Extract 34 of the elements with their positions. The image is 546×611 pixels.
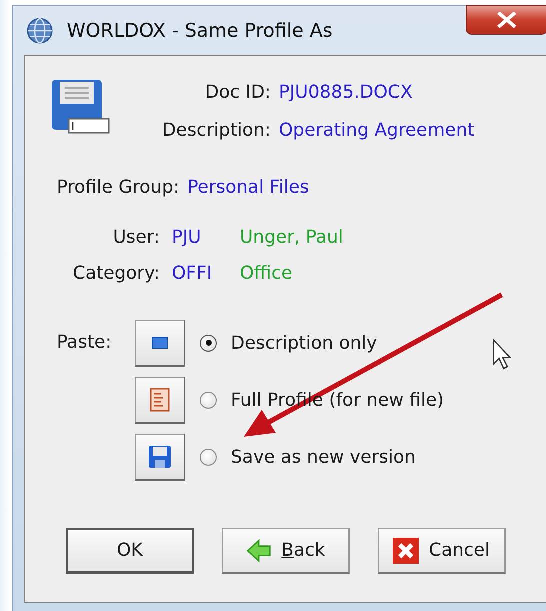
cancel-button[interactable]: Cancel bbox=[378, 528, 506, 574]
document-icon bbox=[150, 388, 170, 412]
radio-button[interactable] bbox=[200, 334, 217, 352]
radio-label[interactable]: Description only bbox=[231, 332, 378, 354]
paste-option-button[interactable] bbox=[135, 320, 185, 366]
globe-icon bbox=[26, 16, 54, 44]
field-code: PJU bbox=[172, 226, 202, 250]
close-icon bbox=[497, 12, 517, 28]
field-label: Doc ID: bbox=[204, 81, 271, 105]
field-name: Unger, Paul bbox=[240, 226, 344, 250]
field-label: User: bbox=[112, 226, 160, 250]
close-icon bbox=[393, 538, 419, 564]
field-label: Profile Group: bbox=[57, 176, 180, 200]
paste-option-button[interactable] bbox=[135, 376, 185, 424]
paste-option-button[interactable] bbox=[135, 434, 185, 480]
field-label: Category: bbox=[72, 262, 160, 286]
radio-button[interactable] bbox=[200, 392, 217, 408]
field-name: Office bbox=[240, 262, 294, 286]
rectangle-icon bbox=[152, 336, 168, 348]
window-title: WORLDOX - Same Profile As bbox=[67, 20, 333, 42]
field-code: OFFI bbox=[172, 262, 214, 286]
ok-button[interactable]: OK bbox=[66, 528, 194, 574]
radio-label[interactable]: Save as new version bbox=[231, 446, 416, 468]
arrow-left-icon bbox=[246, 538, 272, 564]
close-button[interactable] bbox=[466, 5, 546, 35]
field-label: Description: bbox=[161, 119, 271, 143]
radio-button[interactable] bbox=[200, 448, 217, 466]
back-button[interactable]: Back bbox=[222, 528, 350, 574]
field-value: Operating Agreement bbox=[279, 119, 475, 143]
floppy-disk-icon bbox=[51, 79, 111, 135]
field-value: PJU0885.DOCX bbox=[279, 81, 414, 105]
field-value: Personal Files bbox=[188, 176, 310, 200]
paste-label: Paste: bbox=[57, 331, 113, 355]
mouse-cursor-icon bbox=[492, 338, 514, 372]
